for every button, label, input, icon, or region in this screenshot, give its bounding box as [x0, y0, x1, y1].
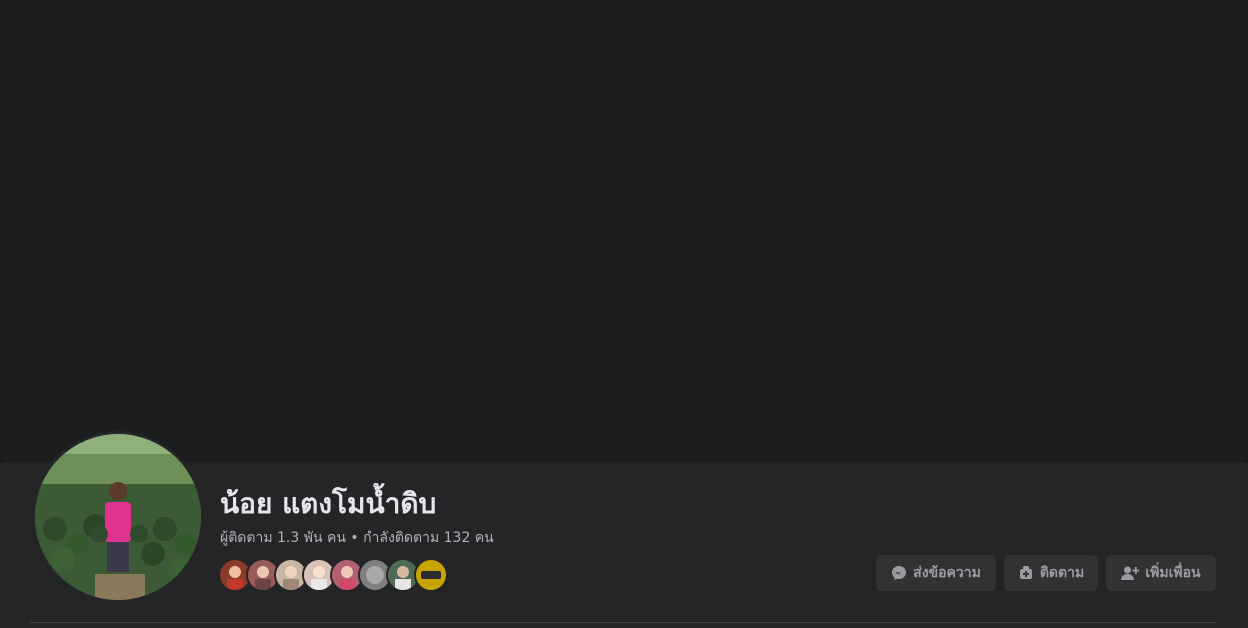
- friend-avatar-8-icon[interactable]: [414, 558, 448, 592]
- follow-label: ติดตาม: [1039, 565, 1085, 581]
- profile-page: น้อย แตงโมน้ำดิบ ผู้ติดตาม 1.3 พัน คน • …: [0, 0, 1248, 628]
- add-friend-button[interactable]: เพิ่มเพื่อน: [1106, 555, 1216, 591]
- send-message-label: ส่งข้อความ: [913, 565, 981, 581]
- profile-photo-icon: [35, 434, 201, 600]
- profile-avatar[interactable]: [32, 431, 204, 603]
- add-friend-label: เพิ่มเพื่อน: [1145, 565, 1201, 581]
- add-friend-icon: [1121, 566, 1140, 580]
- follower-stats[interactable]: ผู้ติดตาม 1.3 พัน คน • กำลังติดตาม 132 ค…: [220, 529, 494, 547]
- follow-button[interactable]: ติดตาม: [1004, 555, 1098, 591]
- mutual-friends-list: [218, 558, 448, 592]
- follow-icon: [1019, 566, 1032, 579]
- send-message-button[interactable]: ส่งข้อความ: [876, 555, 996, 591]
- profile-name: น้อย แตงโมน้ำดิบ: [220, 487, 437, 520]
- cover-photo[interactable]: [0, 0, 1248, 462]
- messenger-icon: [892, 566, 907, 580]
- section-divider: [30, 622, 1216, 623]
